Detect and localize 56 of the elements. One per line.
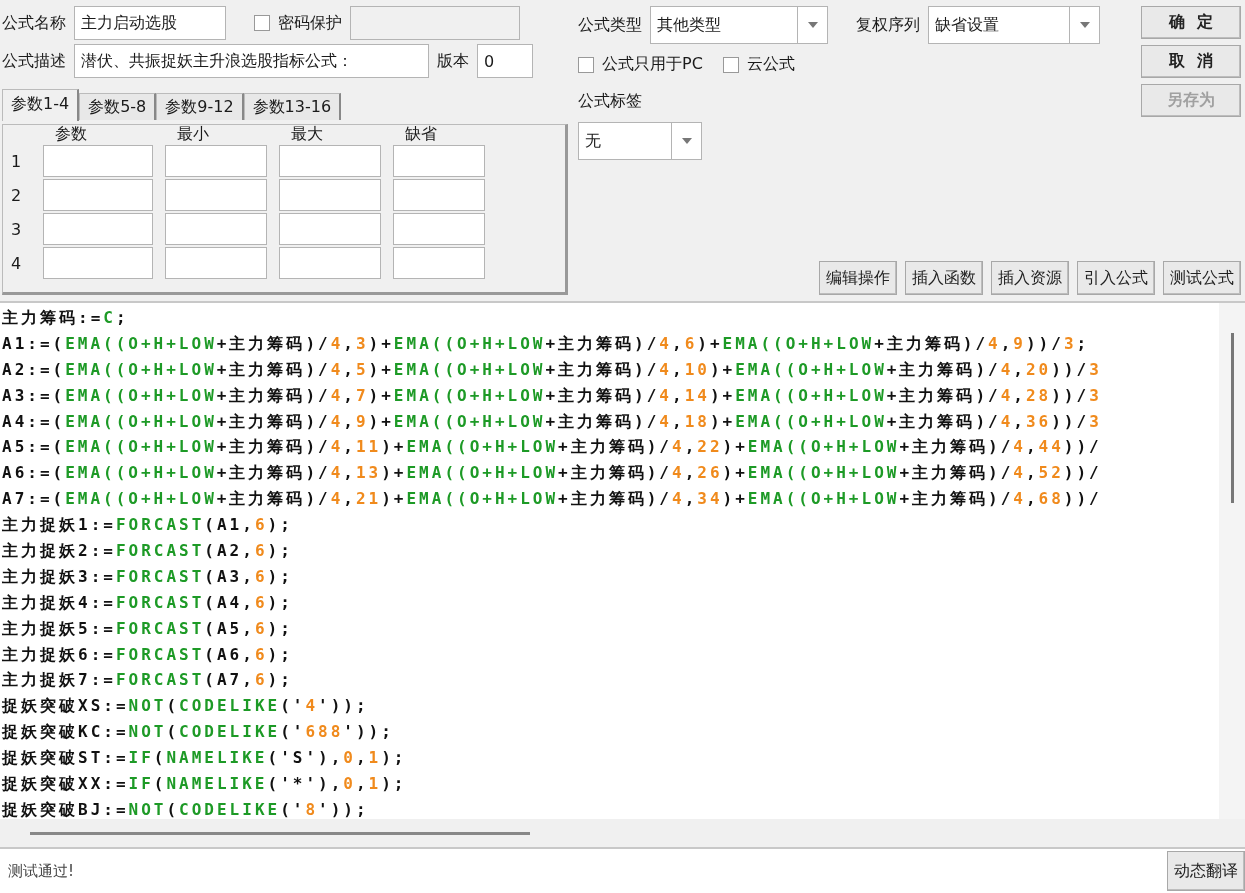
checkbox-label: 密码保护	[278, 12, 342, 34]
tab[interactable]: 参数9-12	[156, 93, 244, 120]
translate-button[interactable]: 动态翻译	[1167, 851, 1245, 891]
rights-dropdown[interactable]: 缺省设置	[928, 6, 1100, 44]
type-label: 公式类型	[578, 14, 642, 36]
toolbar-button[interactable]: 插入函数	[905, 261, 983, 295]
column-header: 最大	[290, 125, 324, 143]
toolbar-button[interactable]: 测试公式	[1163, 261, 1241, 295]
description-field[interactable]: 潜伏、共振捉妖主升浪选股指标公式：	[74, 44, 429, 78]
row-number: 4	[11, 252, 23, 275]
name-label: 公式名称	[2, 12, 66, 34]
code-line: 主力捉妖6:=FORCAST(A6,6);	[2, 643, 294, 666]
code-line: 主力筹码:=C;	[2, 307, 130, 329]
checkbox-label: 公式只用于PC	[602, 54, 703, 75]
code-line: A7:=(EMA((O+H+LOW+主力筹码)/4,21)+EMA((O+H+LOW+主力筹码)/4,34)+EMA((O+H+LOW+主力筹码)/4,68))/	[2, 488, 1103, 511]
description-label: 公式描述	[2, 50, 66, 72]
code-line: A2:=(EMA((O+H+LOW+主力筹码)/4,5)+EMA((O+H+LOW+主力筹码)/4,10)+EMA((O+H+LOW+主力筹码)/4,20))/3	[2, 358, 1103, 381]
code-line: 主力捉妖2:=FORCAST(A2,6);	[2, 540, 294, 562]
status-message: 测试通过!	[7, 861, 74, 881]
version-field[interactable]: 0	[477, 44, 533, 78]
code-line: 捉妖突破KC:=NOT(CODELIKE('688'));	[2, 721, 395, 744]
toolbar-button[interactable]: 编辑操作	[819, 261, 897, 295]
dialog-button[interactable]: 取 消	[1141, 45, 1241, 78]
dialog-button[interactable]: 确 定	[1141, 6, 1241, 39]
code-line: 主力捉妖5:=FORCAST(A5,6);	[2, 617, 294, 640]
tab[interactable]: 参数1-4	[2, 89, 80, 121]
toolbar-button[interactable]: 引入公式	[1077, 261, 1155, 295]
tag-dropdown[interactable]: 无	[578, 122, 702, 160]
tag-label: 公式标签	[578, 91, 642, 112]
code-line: A5:=(EMA((O+H+LOW+主力筹码)/4,11)+EMA((O+H+LOW+主力筹码)/4,22)+EMA((O+H+LOW+主力筹码)/4,44))/	[2, 436, 1103, 459]
toolbar-button[interactable]: 插入资源	[991, 261, 1069, 295]
version-label: 版本	[437, 50, 469, 72]
rights-label: 复权序列	[856, 14, 920, 36]
code-line: 主力捉妖7:=FORCAST(A7,6);	[2, 669, 294, 692]
column-header: 参数	[54, 125, 88, 143]
row-number: 2	[11, 184, 23, 207]
code-line: 捉妖突破ST:=IF(NAMELIKE('S'),0,1);	[2, 747, 408, 770]
column-header: 缺省	[404, 125, 438, 143]
column-header: 最小	[176, 125, 210, 143]
code-line: 捉妖突破XS:=NOT(CODELIKE('4'));	[2, 695, 370, 718]
code-line: A6:=(EMA((O+H+LOW+主力筹码)/4,13)+EMA((O+H+LOW+主力筹码)/4,26)+EMA((O+H+LOW+主力筹码)/4,52))/	[2, 462, 1103, 485]
checkbox-label: 云公式	[746, 54, 795, 75]
code-line: 主力捉妖3:=FORCAST(A3,6);	[2, 565, 294, 588]
code-line: A4:=(EMA((O+H+LOW+主力筹码)/4,9)+EMA((O+H+LOW+主力筹码)/4,18)+EMA((O+H+LOW+主力筹码)/4,36))/3	[2, 410, 1103, 433]
tab[interactable]: 参数13-16	[243, 93, 342, 120]
code-line: 主力捉妖4:=FORCAST(A4,6);	[2, 591, 294, 614]
row-number: 3	[11, 218, 23, 241]
row-number: 1	[11, 150, 23, 173]
code-line: A1:=(EMA((O+H+LOW+主力筹码)/4,3)+EMA((O+H+LOW+主力筹码)/4,6)+EMA((O+H+LOW+主力筹码)/4,9))/3;	[2, 332, 1091, 355]
type-dropdown[interactable]: 其他类型	[650, 6, 828, 44]
code-line: A3:=(EMA((O+H+LOW+主力筹码)/4,7)+EMA((O+H+LOW+主力筹码)/4,14)+EMA((O+H+LOW+主力筹码)/4,28))/3	[2, 384, 1103, 407]
code-line: 捉妖突破XX:=IF(NAMELIKE('*'),0,1);	[2, 773, 408, 796]
code-line: 捉妖突破BJ:=NOT(CODELIKE('8'));	[2, 798, 370, 819]
name-field[interactable]: 主力启动选股	[74, 6, 226, 40]
tab[interactable]: 参数5-8	[79, 93, 157, 120]
code-line: 主力捉妖1:=FORCAST(A1,6);	[2, 514, 294, 537]
